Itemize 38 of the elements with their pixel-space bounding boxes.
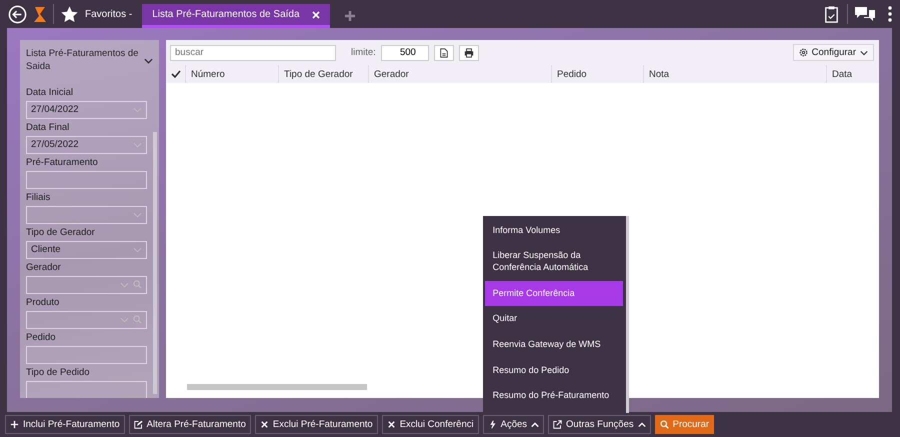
menu-item[interactable]: Quitar (484, 306, 623, 332)
action-button[interactable]: Altera Pré-Faturamento (128, 415, 251, 434)
action-button[interactable]: Exclui Conferênci (382, 415, 479, 434)
panel-title: Lista Pré-Faturamentos de Saida (26, 48, 140, 74)
tab[interactable]: Lista Pré-Faturamentos de Saída (142, 4, 330, 28)
column-header[interactable]: Data (832, 68, 852, 80)
menu-item[interactable]: Resumo do Pré-Faturamento (484, 383, 623, 409)
select-field[interactable]: 27/04/2022 (26, 100, 147, 119)
menu-button[interactable]: Ações (482, 415, 544, 434)
field-label: Filiais (26, 192, 52, 203)
field-label: Gerador (26, 262, 62, 273)
menu-item[interactable]: Liberar Suspensão da Conferência Automática (484, 243, 623, 281)
action-button[interactable]: Inclui Pré-Faturamento (5, 415, 125, 434)
field-label: Tipo de Pedido (26, 366, 91, 378)
column-header[interactable]: Gerador (374, 68, 409, 80)
limit-label: limite: (351, 47, 376, 58)
select-field[interactable]: Cliente (26, 240, 147, 259)
menu-item[interactable]: Resumo do Pedido (484, 358, 623, 384)
menu-button[interactable]: Outras Funções (548, 415, 651, 434)
field-label: Pedido (26, 332, 57, 343)
field-label: Produto (26, 296, 60, 308)
column-header[interactable]: Pedido (557, 68, 587, 80)
menu-item[interactable]: Reenvia Gateway de WMS (484, 332, 623, 358)
search-field[interactable]: buscar (170, 44, 336, 60)
favorites-menu[interactable]: Favoritos - (85, 8, 132, 20)
field-label: Pré-Faturamento (26, 156, 99, 168)
column-header[interactable]: Nota (649, 68, 670, 80)
configure-button[interactable]: Configurar (792, 44, 874, 61)
limit-field[interactable]: 500 (380, 44, 429, 60)
menu-item[interactable]: Informa Volumes (484, 218, 623, 244)
column-header[interactable]: Tipo de Gerador (284, 68, 353, 80)
column-header[interactable]: Número (191, 68, 225, 80)
field-label: Data Final (26, 122, 70, 133)
menu-item[interactable]: Permite Conferência (484, 280, 623, 306)
field-label: Tipo de Gerador (26, 226, 96, 238)
action-button[interactable]: Exclui Pré-Faturamento (254, 415, 378, 434)
field-label: Data Inicial (26, 86, 74, 98)
select-field[interactable]: 27/05/2022 (26, 136, 147, 154)
